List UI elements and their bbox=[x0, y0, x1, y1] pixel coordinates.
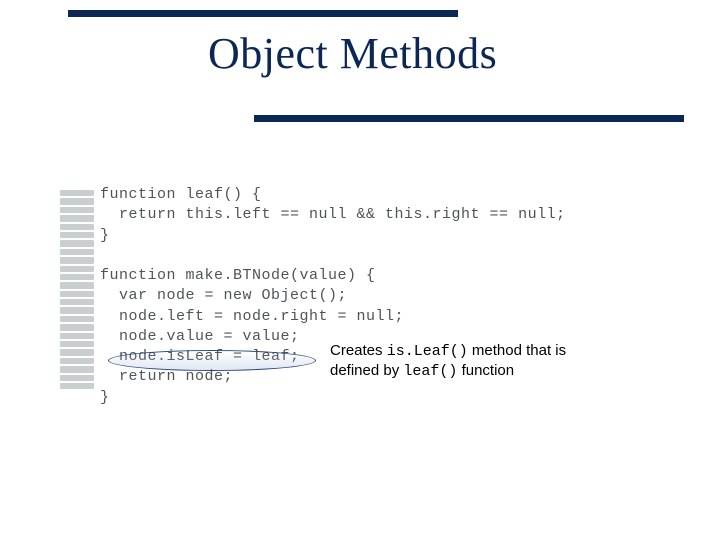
notebook-binding bbox=[60, 190, 94, 391]
code-line: } bbox=[100, 227, 110, 244]
highlight-ellipse bbox=[108, 350, 316, 371]
callout-text-1: Creates bbox=[330, 342, 387, 359]
code-line: node.value = value; bbox=[100, 328, 300, 345]
code-line: function make.BTNode(value) { bbox=[100, 267, 376, 284]
code-line: node.left = node.right = null; bbox=[100, 308, 404, 325]
code-line: } bbox=[100, 389, 110, 406]
bottom-rule bbox=[254, 115, 684, 122]
slide-title: Object Methods bbox=[208, 28, 497, 79]
code-line: return this.left == null && this.right =… bbox=[100, 206, 566, 223]
callout-text: Creates is.Leaf() method that is defined… bbox=[330, 342, 600, 382]
code-line: function leaf() { bbox=[100, 186, 262, 203]
callout-text-3: function bbox=[457, 362, 514, 379]
top-rule bbox=[68, 10, 458, 17]
callout-code-2: leaf() bbox=[403, 363, 457, 380]
callout-code-1: is.Leaf() bbox=[387, 343, 468, 360]
code-line: var node = new Object(); bbox=[100, 287, 347, 304]
slide: Object Methods function leaf() { return … bbox=[0, 0, 720, 540]
